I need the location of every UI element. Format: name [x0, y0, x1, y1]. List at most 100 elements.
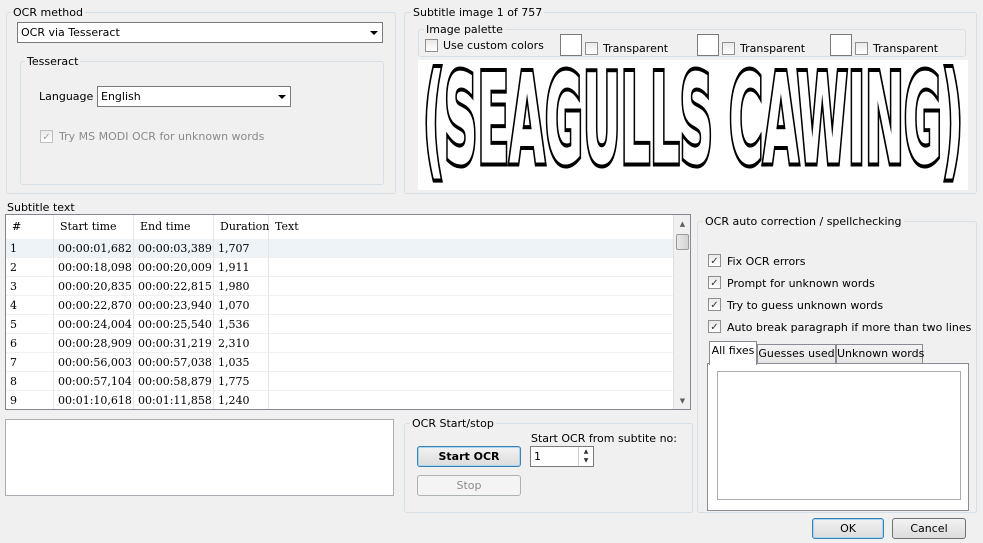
table-row[interactable]: 8 00:00:57,104 00:00:58,879 1,775: [6, 372, 674, 391]
guess-unknown-label: Try to guess unknown words: [727, 299, 884, 312]
auto-break-label: Auto break paragraph if more than two li…: [727, 321, 972, 334]
table-row[interactable]: 9 00:01:10,618 00:01:11,858 1,240: [6, 391, 674, 409]
spin-down-icon[interactable]: ▼: [579, 456, 593, 465]
tab-all-fixes[interactable]: All fixes: [709, 341, 757, 365]
use-custom-colors-label: Use custom colors: [443, 39, 544, 52]
modi-ocr-label: Try MS MODI OCR for unknown words: [59, 130, 265, 143]
table-cell-start: 00:00:20,835: [54, 277, 134, 296]
table-cell-start: 00:00:57,104: [54, 372, 134, 391]
start-from-spinner[interactable]: 1 ▲ ▼: [530, 446, 594, 467]
scroll-up-icon[interactable]: ▲: [674, 215, 690, 232]
table-cell-text: [269, 296, 674, 315]
image-palette-legend: Image palette: [424, 23, 505, 36]
table-cell-end: 00:00:25,540: [134, 315, 214, 334]
table-row[interactable]: 6 00:00:28,909 00:00:31,219 2,310: [6, 334, 674, 353]
table-cell-end: 00:00:31,219: [134, 334, 214, 353]
table-row[interactable]: 2 00:00:18,098 00:00:20,009 1,911: [6, 258, 674, 277]
table-cell-num: 4: [6, 296, 54, 315]
table-row[interactable]: 7 00:00:56,003 00:00:57,038 1,035: [6, 353, 674, 372]
table-cell-num: 5: [6, 315, 54, 334]
prompt-unknown-checkbox[interactable]: [708, 276, 721, 289]
color-swatch-1[interactable]: [560, 34, 582, 56]
table-cell-text: [269, 372, 674, 391]
column-header-duration[interactable]: Duration: [214, 215, 269, 239]
ocr-method-select[interactable]: OCR via Tesseract: [17, 22, 383, 43]
color-swatch-2[interactable]: [697, 34, 719, 56]
column-header-text[interactable]: Text: [269, 215, 674, 239]
start-from-value: 1: [534, 450, 541, 463]
table-cell-num: 8: [6, 372, 54, 391]
cancel-button[interactable]: Cancel: [892, 518, 966, 539]
table-cell-duration: 2,310: [214, 334, 269, 353]
all-fixes-list[interactable]: [717, 371, 961, 500]
auto-break-checkbox[interactable]: [708, 320, 721, 333]
prompt-unknown-label: Prompt for unknown words: [727, 277, 875, 290]
modi-ocr-checkbox[interactable]: [40, 130, 53, 143]
cancel-button-label: Cancel: [910, 522, 948, 535]
table-cell-end: 00:00:58,879: [134, 372, 214, 391]
tab-panel: [707, 363, 969, 511]
table-cell-text: [269, 239, 674, 258]
table-cell-end: 00:00:03,389: [134, 239, 214, 258]
table-cell-duration: 1,911: [214, 258, 269, 277]
table-row[interactable]: 1 00:00:01,682 00:00:03,389 1,707: [6, 239, 674, 258]
fix-ocr-errors-checkbox[interactable]: [708, 254, 721, 267]
scroll-thumb[interactable]: [676, 234, 689, 250]
transparent-checkbox-2[interactable]: [722, 42, 735, 55]
chevron-down-icon[interactable]: [273, 87, 290, 106]
start-ocr-button[interactable]: Start OCR: [417, 446, 521, 467]
subtitle-image-preview: (SEAGULLS CAWING): [418, 60, 968, 190]
table-cell-num: 7: [6, 353, 54, 372]
guess-unknown-checkbox[interactable]: [708, 298, 721, 311]
table-cell-start: 00:00:28,909: [54, 334, 134, 353]
column-header-end[interactable]: End time: [134, 215, 214, 239]
language-label: Language: [39, 90, 94, 103]
ocr-method-legend: OCR method: [11, 6, 85, 19]
use-custom-colors-checkbox[interactable]: [425, 39, 438, 52]
stop-button[interactable]: Stop: [417, 475, 521, 496]
column-header-start[interactable]: Start time: [54, 215, 134, 239]
subtitle-image-text: (SEAGULLS CAWING): [423, 60, 963, 190]
table-cell-num: 1: [6, 239, 54, 258]
transparent-checkbox-3[interactable]: [855, 42, 868, 55]
table-cell-end: 00:00:57,038: [134, 353, 214, 372]
transparent-label-3: Transparent: [873, 42, 939, 55]
table-cell-text: [269, 258, 674, 277]
table-cell-end: 00:01:11,858: [134, 391, 214, 409]
column-header-num[interactable]: #: [6, 215, 54, 239]
language-selected: English: [101, 90, 141, 103]
table-cell-start: 00:00:18,098: [54, 258, 134, 277]
scroll-down-icon[interactable]: ▼: [674, 392, 690, 409]
transparent-checkbox-1[interactable]: [585, 42, 598, 55]
language-select[interactable]: English: [97, 86, 291, 107]
current-text-box[interactable]: [5, 419, 394, 496]
table-row[interactable]: 5 00:00:24,004 00:00:25,540 1,536: [6, 315, 674, 334]
table-scrollbar[interactable]: ▲ ▼: [673, 215, 690, 409]
table-cell-duration: 1,070: [214, 296, 269, 315]
table-cell-start: 00:00:22,870: [54, 296, 134, 315]
tab-guesses-used[interactable]: Guesses used: [757, 344, 836, 364]
table-cell-duration: 1,707: [214, 239, 269, 258]
subtitle-image-graphic: (SEAGULLS CAWING): [420, 60, 967, 190]
color-swatch-3[interactable]: [830, 34, 852, 56]
tab-unknown-words[interactable]: Unknown words: [836, 344, 924, 364]
table-cell-start: 00:00:24,004: [54, 315, 134, 334]
chevron-down-icon[interactable]: [365, 23, 382, 42]
table-row[interactable]: 4 00:00:22,870 00:00:23,940 1,070: [6, 296, 674, 315]
table-cell-end: 00:00:22,815: [134, 277, 214, 296]
table-cell-start: 00:00:01,682: [54, 239, 134, 258]
ok-button[interactable]: OK: [812, 518, 884, 539]
table-row[interactable]: 3 00:00:20,835 00:00:22,815 1,980: [6, 277, 674, 296]
table-cell-start: 00:01:10,618: [54, 391, 134, 409]
subtitle-image-legend: Subtitle image 1 of 757: [411, 6, 545, 19]
table-cell-num: 2: [6, 258, 54, 277]
subtitle-table[interactable]: # Start time End time Duration Text 1 00:…: [5, 214, 691, 410]
table-cell-num: 9: [6, 391, 54, 409]
table-cell-duration: 1,240: [214, 391, 269, 409]
table-cell-duration: 1,536: [214, 315, 269, 334]
table-cell-text: [269, 315, 674, 334]
ocr-start-stop-legend: OCR Start/stop: [410, 417, 496, 430]
table-cell-text: [269, 391, 674, 409]
ok-button-label: OK: [840, 522, 856, 535]
table-header: # Start time End time Duration Text: [6, 215, 674, 239]
